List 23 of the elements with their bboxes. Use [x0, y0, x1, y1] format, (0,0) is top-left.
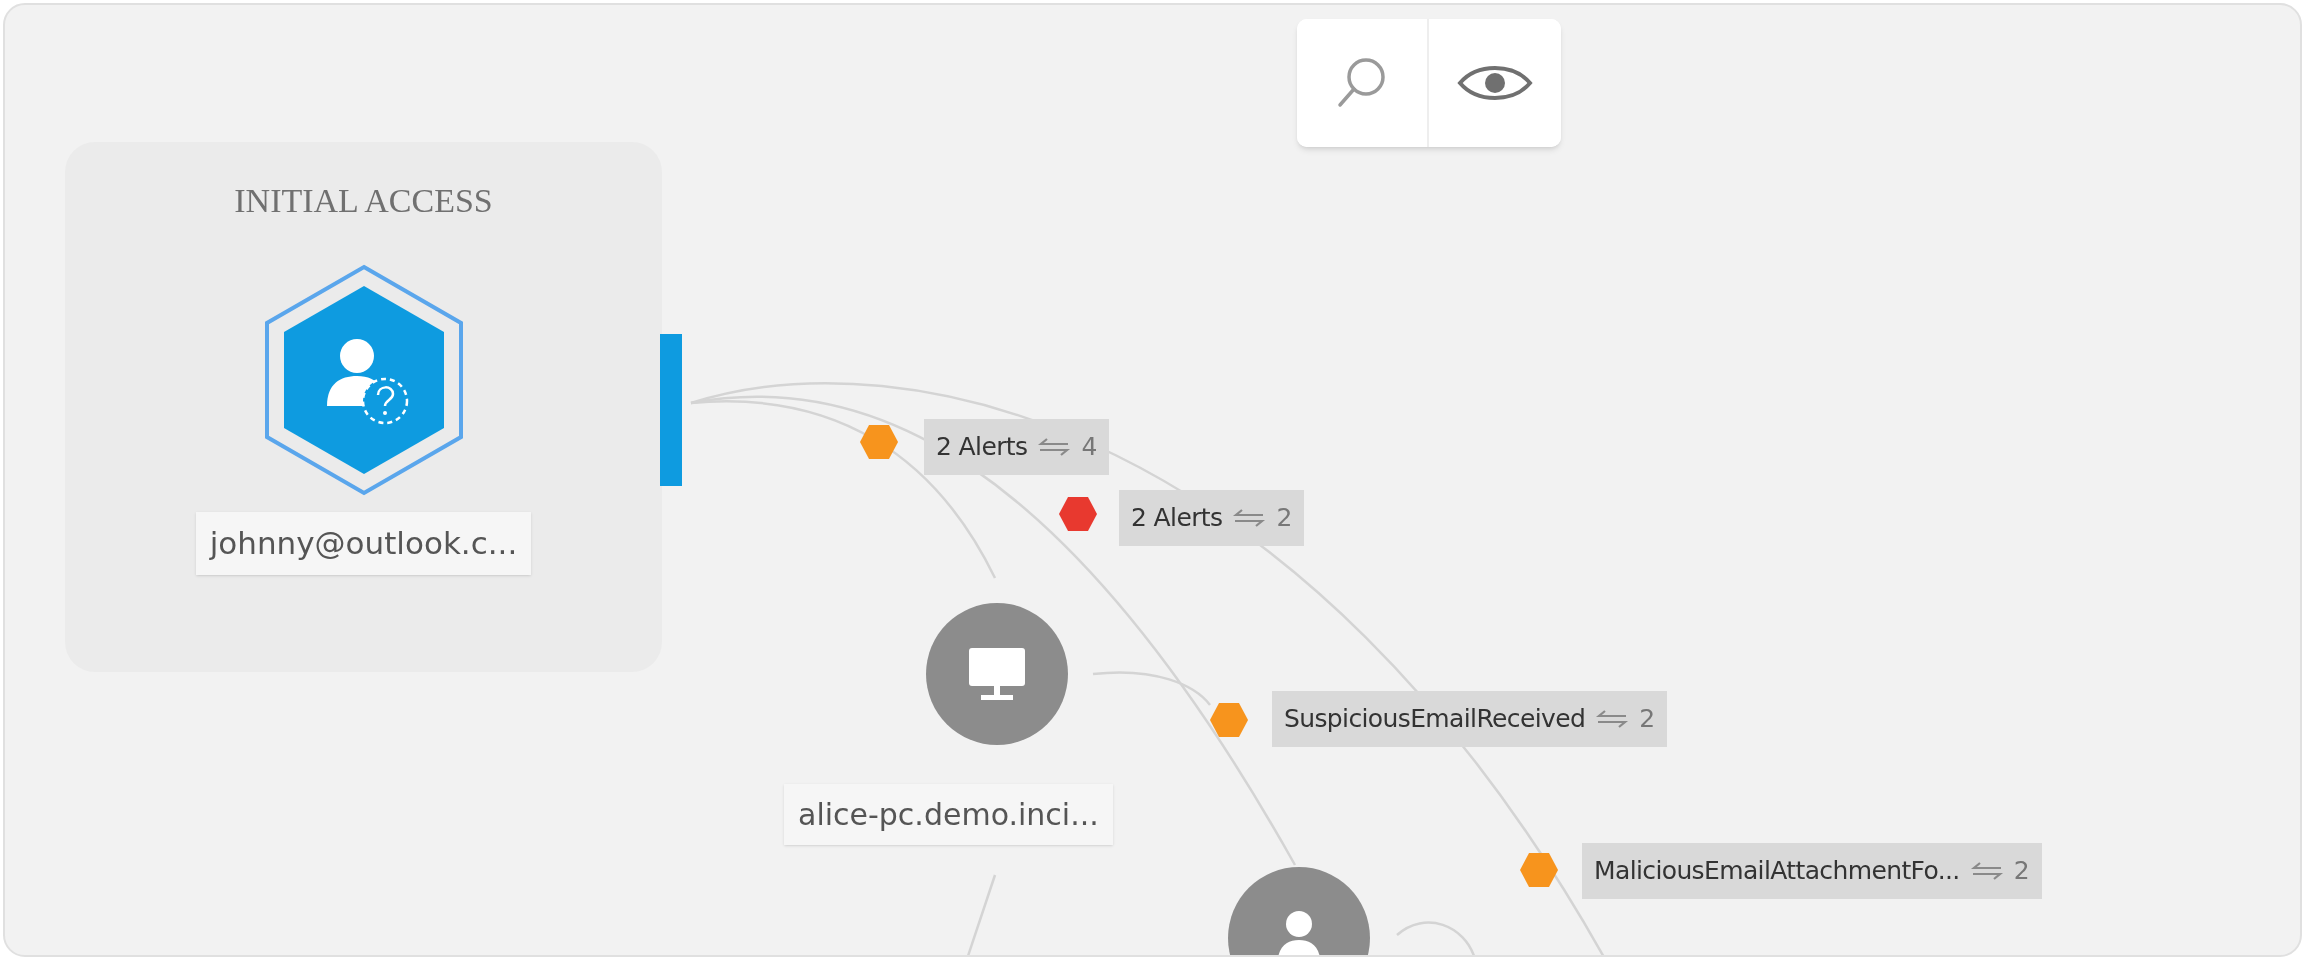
alert-count: 2 — [2013, 855, 2030, 888]
node-label[interactable]: johnny@outlook.c... — [195, 512, 532, 575]
monitor-icon — [967, 646, 1027, 702]
alert-tag[interactable]: 2 Alerts 2 — [1119, 490, 1305, 546]
phase-title: INITIAL ACCESS — [234, 181, 493, 221]
alert-tag[interactable]: MaliciousEmailAttachmentFo... 2 — [1582, 843, 2042, 899]
alert-count: 2 — [1276, 502, 1293, 535]
alert-tag[interactable]: 2 Alerts 4 — [924, 419, 1110, 475]
alert-name: SuspiciousEmailReceived — [1284, 703, 1586, 736]
severity-hexagon-icon[interactable] — [860, 425, 898, 459]
severity-hexagon-icon[interactable] — [1210, 703, 1248, 737]
alert-count: 2 — [1639, 703, 1656, 736]
alert-tag[interactable]: SuspiciousEmailReceived 2 — [1272, 691, 1668, 747]
unknown-user-hexagon-icon — [263, 264, 464, 496]
node-label[interactable]: alice-pc.demo.inci... — [784, 784, 1113, 845]
alert-name: MaliciousEmailAttachmentFo... — [1594, 855, 1960, 888]
severity-hexagon-icon[interactable] — [1520, 853, 1558, 887]
alert-name: 2 Alerts — [936, 431, 1028, 464]
view-button[interactable] — [1429, 19, 1561, 147]
alert-count: 4 — [1081, 431, 1098, 464]
severity-hexagon-icon[interactable] — [1059, 497, 1097, 531]
search-button[interactable] — [1297, 19, 1429, 147]
alert-name: 2 Alerts — [1131, 502, 1223, 535]
